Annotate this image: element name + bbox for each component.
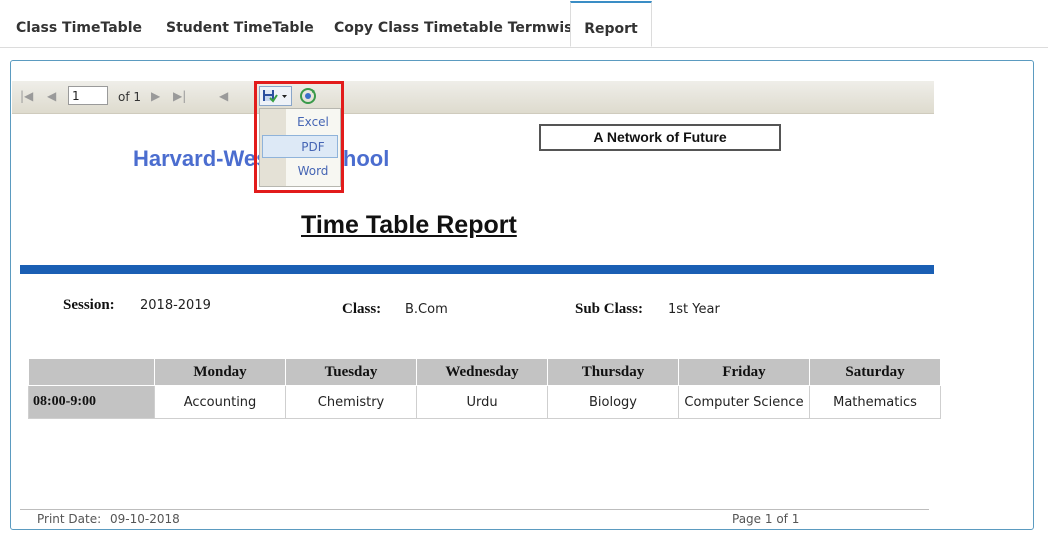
highlight-box (254, 81, 344, 193)
class-label: Class: (342, 301, 382, 317)
class-value: B.Com (405, 302, 448, 317)
footer-divider (20, 509, 929, 510)
timetable-table: Monday Tuesday Wednesday Thursday Friday… (28, 358, 941, 419)
subject-cell: Mathematics (809, 385, 941, 419)
subclass-label: Sub Class: (575, 301, 643, 317)
day-header: Friday (678, 358, 810, 386)
last-page-icon[interactable]: ▶| (173, 81, 186, 111)
session-label: Session: (63, 297, 115, 313)
print-date-label: Print Date: (37, 512, 102, 526)
day-header: Tuesday (285, 358, 417, 386)
tagline-box: A Network of Future (539, 124, 781, 151)
subject-cell: Biology (547, 385, 679, 419)
table-header-row: Monday Tuesday Wednesday Thursday Friday… (28, 358, 941, 386)
report-toolbar: |◀ ◀ of 1 ▶ ▶| ◀ (12, 81, 934, 114)
next-page-icon[interactable]: ▶ (151, 81, 160, 111)
time-header-cell (28, 358, 155, 386)
subject-cell: Chemistry (285, 385, 417, 419)
tab-bar: Class TimeTable Student TimeTable Copy C… (0, 0, 1048, 48)
report-title: Time Table Report (301, 211, 517, 239)
day-header: Monday (154, 358, 286, 386)
page-count-label: of 1 (118, 90, 142, 104)
page-info: Page 1 of 1 (732, 512, 800, 526)
subject-cell: Computer Science (678, 385, 810, 419)
first-page-icon[interactable]: |◀ (20, 81, 33, 111)
tab-class-timetable[interactable]: Class TimeTable (16, 0, 142, 47)
day-header: Wednesday (416, 358, 548, 386)
subject-cell: Accounting (154, 385, 286, 419)
session-value: 2018-2019 (140, 298, 211, 313)
previous-page-icon[interactable]: ◀ (47, 81, 56, 111)
print-date-value: 09-10-2018 (110, 512, 180, 526)
day-header: Thursday (547, 358, 679, 386)
page-number-input[interactable] (68, 86, 108, 105)
tab-student-timetable[interactable]: Student TimeTable (166, 0, 314, 47)
back-icon[interactable]: ◀ (219, 81, 228, 111)
time-slot-cell: 08:00-9:00 (28, 385, 155, 419)
subject-cell: Urdu (416, 385, 548, 419)
day-header: Saturday (809, 358, 941, 386)
tab-report[interactable]: Report (570, 1, 652, 47)
subclass-value: 1st Year (668, 302, 720, 317)
header-divider (20, 265, 934, 274)
table-row: 08:00-9:00 Accounting Chemistry Urdu Bio… (28, 385, 941, 419)
tab-copy-class-timetable[interactable]: Copy Class Timetable Termwise (334, 0, 582, 47)
report-viewer-frame (10, 60, 1034, 530)
